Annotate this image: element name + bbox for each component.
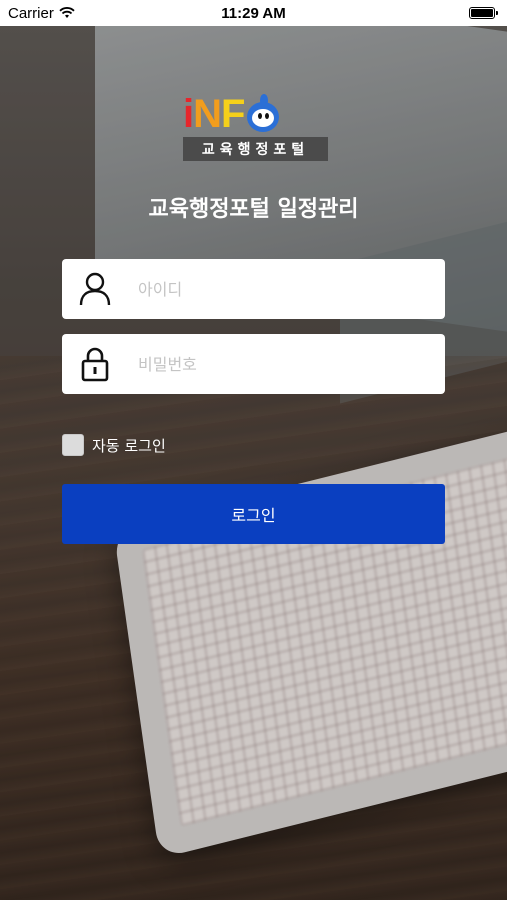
status-bar: Carrier 11:29 AM (0, 0, 507, 26)
password-field[interactable] (62, 334, 445, 394)
logo-wordmark: i N F (183, 92, 328, 134)
auto-login-row[interactable]: 자동 로그인 (62, 434, 166, 456)
auto-login-checkbox[interactable] (62, 434, 84, 456)
login-button[interactable]: 로그인 (62, 484, 445, 544)
battery-icon (469, 7, 498, 19)
info-logo: i N F 교육행정포털 (183, 92, 328, 164)
password-input[interactable] (136, 353, 430, 375)
id-input[interactable] (136, 278, 430, 300)
id-field[interactable] (62, 259, 445, 319)
lock-icon (68, 334, 122, 394)
user-icon (68, 259, 122, 319)
logo-letter-i: i (183, 92, 194, 136)
carrier-label: Carrier (8, 4, 54, 22)
mascot-o-icon (246, 94, 280, 134)
logo-letter-f: F (221, 92, 245, 136)
status-left: Carrier (8, 5, 75, 22)
status-time: 11:29 AM (221, 4, 286, 22)
logo-subtitle: 교육행정포털 (183, 137, 328, 161)
wifi-icon (59, 7, 75, 18)
logo-letter-n: N (193, 92, 222, 136)
auto-login-label: 자동 로그인 (92, 436, 166, 455)
page-title: 교육행정포털 일정관리 (148, 197, 359, 222)
